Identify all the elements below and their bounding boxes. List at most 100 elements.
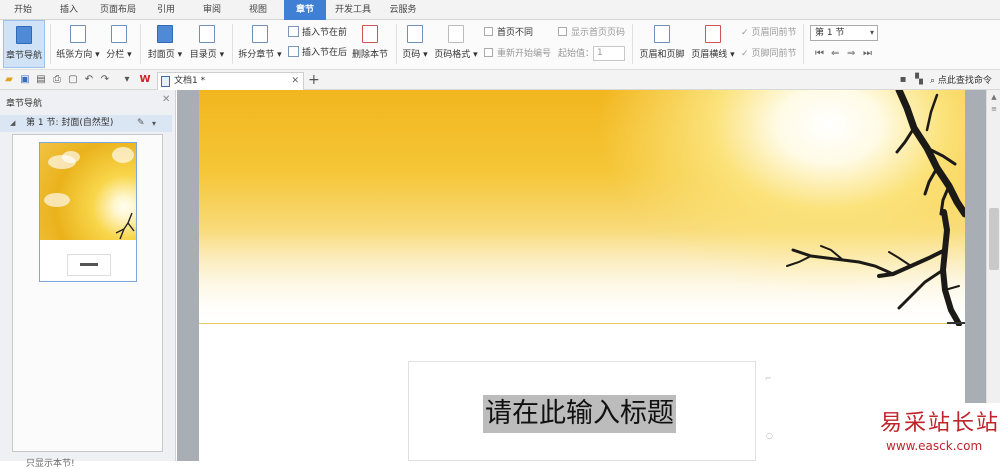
last-section-icon[interactable]: ⏭ (863, 48, 872, 59)
save-icon[interactable]: ▣ (19, 74, 31, 86)
toc-page-icon (199, 25, 215, 43)
start-value-label: 起始值： (558, 49, 595, 59)
separator (803, 24, 804, 64)
split-section-label: 拆分章节 ▾ (238, 50, 282, 60)
tab-home[interactable]: 开始 (4, 0, 42, 20)
first-page-different-checkbox[interactable]: 首页不同 (484, 26, 533, 40)
tree-branch-icon (786, 90, 965, 326)
new-tab-icon[interactable]: + (308, 72, 320, 88)
chapter-nav-button[interactable]: 章节导航 (3, 20, 45, 68)
columns-icon (111, 25, 127, 43)
header-footer-button[interactable]: 页眉和页脚 (638, 20, 686, 68)
tab-cloud[interactable]: 云服务 (382, 0, 424, 20)
header-footer-icon (654, 25, 670, 43)
paper-direction-button[interactable]: 纸张方向 ▾ (54, 20, 102, 68)
comment-icon[interactable]: ▪ (897, 74, 909, 86)
document-title-placeholder[interactable]: 请在此输入标题 (483, 395, 676, 433)
corner-mark: ○ (766, 431, 773, 440)
columns-label: 分栏 ▾ (106, 50, 132, 60)
undo-icon[interactable]: ↶ (83, 74, 95, 86)
chapter-nav-label: 章节导航 (5, 51, 42, 61)
header-same-as-prev-checkbox[interactable]: ✓ 页眉同前节 (741, 26, 797, 40)
export-pdf-icon[interactable]: ▤ (35, 74, 47, 86)
document-tab[interactable]: 文档1 * ✕ (157, 72, 304, 90)
tab-section[interactable]: 章节 (284, 0, 326, 20)
cover-page-button[interactable]: 封面页 ▾ (145, 20, 185, 68)
scroll-up-page-icon[interactable]: ≡ (989, 104, 999, 114)
header-line-marker (947, 322, 965, 324)
header-line-button[interactable]: 页眉横线 ▾ (690, 20, 736, 68)
command-search[interactable]: ⌕ 点此查找命令 (930, 73, 992, 86)
separator (632, 24, 633, 64)
scrollbar-thumb[interactable] (989, 208, 999, 270)
header-line-label: 页眉横线 ▾ (691, 50, 735, 60)
header-line (199, 323, 965, 324)
prev-section-icon[interactable]: ⇐ (831, 48, 839, 59)
delete-section-button[interactable]: 删除本节 (350, 20, 390, 68)
page-number-label: 页码 ▾ (402, 50, 428, 60)
separator (232, 24, 233, 64)
header-line-icon (705, 25, 721, 43)
track-icon[interactable]: ▚ (913, 74, 925, 86)
corner-mark: ⌐ (765, 374, 772, 383)
footer-same-as-prev-checkbox[interactable]: ✓ 页脚同前节 (741, 47, 797, 61)
watermark-url: www.easck.com (886, 439, 983, 453)
document-icon (161, 76, 170, 87)
menu-tab-bar: 开始 插入 页面布局 引用 审阅 视图 章节 开发工具 云服务 (0, 0, 1000, 20)
tab-review[interactable]: 审阅 (194, 0, 230, 20)
print-preview-icon[interactable]: ▢ (67, 74, 79, 86)
first-section-icon[interactable]: ⏮ (815, 48, 824, 59)
separator (396, 24, 397, 64)
tab-page-layout[interactable]: 页面布局 (94, 0, 142, 20)
insert-section-after-button[interactable]: 插入节在后 (288, 46, 347, 60)
page-thumbnail[interactable] (39, 142, 137, 282)
edit-pencil-icon[interactable]: ✎ (137, 115, 145, 132)
toc-page-label: 目录页 ▾ (189, 50, 225, 60)
chapter-nav-panel: 章节导航 ✕ ◢ 第 1 节: 封面(自然型) ✎ ▾ 只显示本节! (0, 90, 176, 469)
print-icon[interactable]: ⎙ (51, 74, 63, 86)
chapter-nav-icon (16, 26, 32, 44)
separator (50, 24, 51, 64)
close-panel-icon[interactable]: ✕ (162, 94, 170, 105)
chevron-down-icon[interactable]: ▾ (152, 115, 156, 132)
search-icon: ⌕ (930, 76, 936, 86)
show-first-page-number-checkbox[interactable]: 显示首页页码 (558, 26, 625, 40)
separator (140, 24, 141, 64)
split-section-button[interactable]: 拆分章节 ▾ (236, 20, 284, 68)
watermark-name: 易采站长站 (880, 411, 1000, 436)
paper-direction-icon (70, 25, 86, 43)
panel-title: 章节导航 (6, 99, 43, 109)
thumbnail-branch-icon (115, 212, 135, 240)
delete-section-icon (362, 25, 378, 43)
start-value-input[interactable]: 1 (593, 46, 625, 61)
page-number-format-label: 页码格式 ▾ (434, 50, 478, 60)
thumbnail-title-line (80, 263, 98, 266)
split-section-icon (252, 25, 268, 43)
tab-developer[interactable]: 开发工具 (330, 0, 376, 20)
customize-dropdown-icon[interactable]: ▾ (121, 74, 133, 86)
close-tab-icon[interactable]: ✕ (291, 73, 299, 89)
restart-numbering-checkbox[interactable]: 重新开始编号 (484, 47, 551, 61)
toc-page-button[interactable]: 目录页 ▾ (187, 20, 227, 68)
page-number-icon (407, 25, 423, 43)
redo-icon[interactable]: ↷ (99, 74, 111, 86)
columns-button[interactable]: 分栏 ▾ (104, 20, 134, 68)
collapse-triangle-icon[interactable]: ◢ (10, 115, 15, 132)
tab-references[interactable]: 引用 (148, 0, 184, 20)
insert-before-icon (288, 26, 299, 37)
next-section-icon[interactable]: ⇒ (847, 48, 855, 59)
scroll-up-icon[interactable]: ▲ (989, 92, 999, 102)
section-row[interactable]: ◢ 第 1 节: 封面(自然型) ✎ ▾ (0, 115, 172, 132)
cover-page-icon (157, 25, 173, 43)
wps-logo-icon[interactable]: W (139, 74, 151, 86)
insert-section-before-button[interactable]: 插入节在前 (288, 26, 347, 40)
tab-view[interactable]: 视图 (240, 0, 276, 20)
page-number-format-icon (448, 25, 464, 43)
tab-insert[interactable]: 插入 (50, 0, 88, 20)
open-folder-icon[interactable]: ▰ (3, 74, 15, 86)
paper-direction-label: 纸张方向 ▾ (56, 50, 100, 60)
page-number-format-button[interactable]: 页码格式 ▾ (433, 20, 479, 68)
page-number-button[interactable]: 页码 ▾ (399, 20, 431, 68)
section-select[interactable]: 第 1 节 ▾ (810, 25, 878, 41)
section-label: 第 1 节: 封面(自然型) (26, 118, 114, 128)
